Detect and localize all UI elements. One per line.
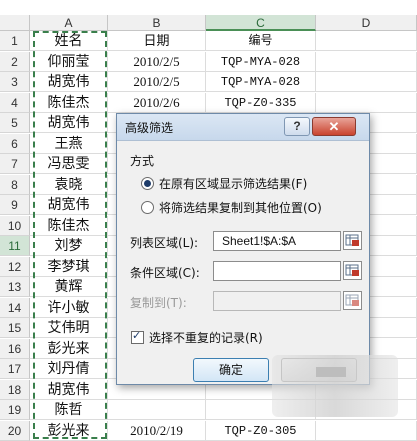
row-header[interactable]: 13 bbox=[0, 277, 30, 297]
cell-c[interactable]: TQP-MYA-028 bbox=[206, 72, 316, 92]
cell-a[interactable]: 彭光来 bbox=[30, 420, 108, 441]
cell-a[interactable]: 冯思雯 bbox=[30, 154, 108, 174]
cell-a[interactable]: 胡宽伟 bbox=[30, 379, 108, 400]
cell-a[interactable]: 胡宽伟 bbox=[30, 195, 108, 215]
row-header[interactable]: 20 bbox=[0, 420, 30, 441]
watermark-bar bbox=[316, 367, 346, 377]
cell-b[interactable]: 日期 bbox=[108, 31, 206, 51]
row-header[interactable]: 8 bbox=[0, 174, 30, 195]
cell-a[interactable]: 彭光来 bbox=[30, 338, 108, 359]
cell-a[interactable]: 李梦琪 bbox=[30, 256, 108, 277]
cell-a[interactable]: 仰丽莹 bbox=[30, 51, 108, 72]
cell-a[interactable]: 王燕 bbox=[30, 133, 108, 154]
cell-a[interactable]: 陈佳杰 bbox=[30, 215, 108, 236]
row-header[interactable]: 19 bbox=[0, 400, 30, 420]
cell-a[interactable]: 陈佳杰 bbox=[30, 92, 108, 113]
dialog-title: 高级筛选 bbox=[125, 121, 174, 135]
column-header-a[interactable]: A bbox=[30, 15, 108, 31]
cell-c[interactable]: TQP-Z0-305 bbox=[206, 420, 316, 441]
cell-a[interactable]: 姓名 bbox=[30, 31, 108, 51]
row-header[interactable]: 4 bbox=[0, 92, 30, 113]
criteria-range-collapse-button[interactable] bbox=[343, 261, 362, 280]
column-header-c[interactable]: C bbox=[206, 15, 316, 31]
criteria-range-label: 条件区域(C): bbox=[130, 266, 200, 280]
row-header[interactable]: 3 bbox=[0, 72, 30, 92]
row-header[interactable]: 6 bbox=[0, 133, 30, 154]
cell-c[interactable]: 编号 bbox=[206, 31, 316, 51]
cell-d[interactable] bbox=[316, 420, 417, 441]
row-header[interactable]: 18 bbox=[0, 379, 30, 400]
cell-a[interactable]: 刘梦 bbox=[30, 236, 108, 256]
cell-b[interactable]: 2010/2/5 bbox=[108, 72, 206, 92]
cell-b[interactable]: 2010/2/5 bbox=[108, 51, 206, 72]
sheet-row: 3 胡宽伟 2010/2/5 TQP-MYA-028 bbox=[0, 72, 417, 92]
row-header[interactable]: 16 bbox=[0, 338, 30, 359]
row-header[interactable]: 7 bbox=[0, 154, 30, 174]
row-header[interactable]: 1 bbox=[0, 31, 30, 51]
cell-d[interactable] bbox=[316, 92, 417, 113]
cell-d[interactable] bbox=[316, 51, 417, 72]
advanced-filter-dialog: 高级筛选 ? ✕ 方式 在原有区域显示筛选结果(F) 将筛选结果复制到其他位置(… bbox=[116, 113, 370, 385]
select-all-corner[interactable] bbox=[0, 15, 30, 31]
ok-button[interactable]: 确定 bbox=[193, 358, 269, 382]
cell-a[interactable]: 刘丹倩 bbox=[30, 359, 108, 379]
cell-b[interactable] bbox=[108, 400, 206, 420]
radio-dot[interactable] bbox=[141, 201, 154, 214]
list-range-input[interactable]: Sheet1!$A:$A bbox=[213, 231, 341, 251]
row-header[interactable]: 9 bbox=[0, 195, 30, 215]
cell-a[interactable]: 胡宽伟 bbox=[30, 72, 108, 92]
row-header[interactable]: 11 bbox=[0, 236, 30, 256]
list-range-collapse-button[interactable] bbox=[343, 231, 362, 250]
row-header[interactable]: 5 bbox=[0, 113, 30, 133]
mode-section-label: 方式 bbox=[130, 154, 155, 168]
cell-a[interactable]: 陈哲 bbox=[30, 400, 108, 420]
cell-a[interactable]: 胡宽伟 bbox=[30, 113, 108, 133]
sheet-row: 4 陈佳杰 2010/2/6 TQP-Z0-335 bbox=[0, 92, 417, 113]
unique-records-checkbox[interactable]: 选择不重复的记录(R) bbox=[131, 329, 263, 346]
cell-a[interactable]: 艾伟明 bbox=[30, 318, 108, 338]
row-header[interactable]: 17 bbox=[0, 359, 30, 379]
range-picker-icon bbox=[345, 234, 359, 246]
sheet-row: 1 姓名 日期 编号 bbox=[0, 31, 417, 51]
column-header-b[interactable]: B bbox=[108, 15, 206, 31]
radio-copy-to-location[interactable]: 将筛选结果复制到其他位置(O) bbox=[141, 200, 322, 216]
radio-filter-in-place[interactable]: 在原有区域显示筛选结果(F) bbox=[141, 176, 307, 192]
unique-records-label: 选择不重复的记录(R) bbox=[149, 331, 263, 345]
watermark-overlay bbox=[272, 355, 398, 417]
copy-to-label: 复制到(T): bbox=[130, 296, 187, 310]
cell-b[interactable]: 2010/2/19 bbox=[108, 420, 206, 441]
row-header[interactable]: 10 bbox=[0, 215, 30, 236]
formula-area-edge bbox=[0, 0, 417, 15]
list-range-label: 列表区域(L): bbox=[130, 236, 199, 250]
criteria-range-input[interactable] bbox=[213, 261, 341, 281]
radio-copy-label: 将筛选结果复制到其他位置(O) bbox=[159, 201, 322, 215]
help-button[interactable]: ? bbox=[284, 117, 310, 136]
cell-d[interactable] bbox=[316, 31, 417, 51]
cell-a[interactable]: 袁晓 bbox=[30, 174, 108, 195]
copy-to-collapse-button[interactable] bbox=[343, 291, 362, 310]
sheet-row: 2 仰丽莹 2010/2/5 TQP-MYA-028 bbox=[0, 51, 417, 72]
radio-dot[interactable] bbox=[141, 177, 154, 190]
row-header[interactable]: 15 bbox=[0, 318, 30, 338]
range-picker-icon bbox=[345, 294, 359, 306]
range-picker-icon bbox=[345, 264, 359, 276]
checkbox-box[interactable] bbox=[131, 329, 144, 344]
row-header[interactable]: 2 bbox=[0, 51, 30, 72]
cell-c[interactable]: TQP-Z0-335 bbox=[206, 92, 316, 113]
copy-to-input[interactable] bbox=[213, 291, 341, 311]
cell-a[interactable]: 黄辉 bbox=[30, 277, 108, 297]
radio-in-place-label: 在原有区域显示筛选结果(F) bbox=[159, 177, 308, 191]
cell-c[interactable]: TQP-MYA-028 bbox=[206, 51, 316, 72]
cell-b[interactable]: 2010/2/6 bbox=[108, 92, 206, 113]
cell-a[interactable]: 许小敏 bbox=[30, 297, 108, 318]
dialog-titlebar[interactable]: 高级筛选 ? ✕ bbox=[117, 114, 369, 141]
sheet-row: 20 彭光来 2010/2/19 TQP-Z0-305 bbox=[0, 420, 417, 441]
close-button[interactable]: ✕ bbox=[312, 117, 356, 136]
row-header[interactable]: 12 bbox=[0, 256, 30, 277]
cell-d[interactable] bbox=[316, 72, 417, 92]
row-header[interactable]: 14 bbox=[0, 297, 30, 318]
column-header-d[interactable]: D bbox=[316, 15, 417, 31]
